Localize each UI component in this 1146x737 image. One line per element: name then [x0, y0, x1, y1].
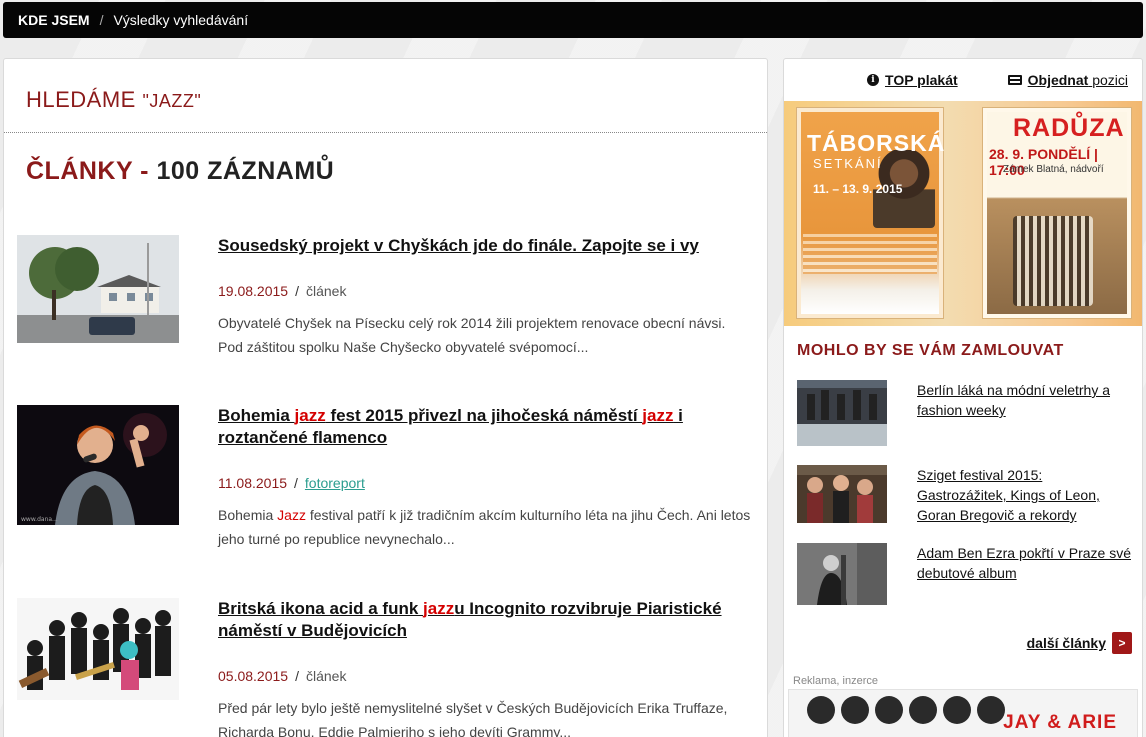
ad-text: JAY & ARIE [1003, 712, 1117, 733]
search-query: "JAZZ" [142, 91, 202, 111]
info-icon: i [867, 74, 880, 86]
sidebar-toolbar: i TOP plakát Objednat pozici [784, 59, 1142, 101]
sidebar: i TOP plakát Objednat pozici TÁBORSKÁ SE… [783, 58, 1143, 737]
related-thumbnail[interactable] [797, 543, 887, 605]
order-position-link[interactable]: Objednat pozici [1007, 72, 1128, 88]
search-title: HLEDÁME "JAZZ" [26, 87, 767, 113]
order-label-bold: Objednat [1027, 72, 1089, 88]
poster-title: RADŮZA [1013, 114, 1125, 142]
search-highlight: jazz [423, 599, 455, 618]
article-title-text: Bohemia [218, 406, 295, 425]
related-title-link[interactable]: Sziget festival 2015: Gastrozážitek, Kin… [917, 465, 1135, 525]
article-perex: Před pár lety bylo ještě nemyslitelné sl… [218, 696, 753, 737]
article-title-link[interactable]: Sousedský projekt v Chyškách jde do finá… [218, 235, 753, 257]
article-meta: 11.08.2015 / fotoreport [218, 475, 753, 491]
more-articles-link[interactable]: další články > [1027, 632, 1132, 654]
related-thumbnail[interactable] [797, 465, 887, 523]
article-type: článek [305, 668, 347, 684]
article-body: Sousedský projekt v Chyškách jde do finá… [218, 235, 753, 359]
more-articles-label: další články [1026, 635, 1106, 651]
related-title-link[interactable]: Berlín láká na módní veletrhy a fashion … [917, 380, 1135, 420]
article-meta: 19.08.2015 / článek [218, 283, 753, 299]
search-highlight: jazz [642, 406, 674, 425]
meta-separator: / [295, 283, 299, 299]
breadcrumb-current: Výsledky vyhledávání [113, 12, 249, 28]
article-date: 11.08.2015 [218, 475, 288, 491]
poster-title: TÁBORSKÁ [807, 130, 946, 156]
section-name: ČLÁNKY [26, 157, 133, 185]
poster-taborska-setkani[interactable]: TÁBORSKÁ SETKÁNÍ 11. – 13. 9. 2015 [796, 107, 944, 319]
article-title-link[interactable]: Britská ikona acid a funk jazzu Incognit… [218, 598, 753, 642]
article-body: Bohemia jazz fest 2015 přivezl na jihoče… [218, 405, 753, 551]
related-title-link[interactable]: Adam Ben Ezra pokřtí v Praze své debutov… [917, 543, 1135, 583]
poster-raduza[interactable]: RADŮZA 28. 9. PONDĚLÍ | 17:00 Zámek Blat… [982, 107, 1132, 319]
ad-image [807, 696, 1005, 724]
article-thumbnail[interactable] [17, 235, 179, 343]
search-highlight: jazz [294, 406, 326, 425]
search-prefix: HLEDÁME [26, 87, 136, 112]
meta-separator: / [295, 668, 299, 684]
section-dash: - [140, 157, 149, 185]
meta-separator: / [294, 475, 298, 491]
article-perex-text: Obyvatelé Chyšek na Písecku celý rok 201… [218, 315, 726, 355]
ad-label: Reklama, inzerce [793, 675, 878, 687]
search-results-panel: HLEDÁME "JAZZ" ČLÁNKY - 100 ZÁZNAMŮ Sous… [3, 58, 768, 737]
breadcrumb-separator: / [99, 12, 104, 28]
poster-lineup [803, 234, 937, 274]
article-body: Britská ikona acid a funk jazzu Incognit… [218, 598, 753, 737]
section-title: ČLÁNKY - 100 ZÁZNAMŮ [26, 157, 767, 186]
top-poster-link[interactable]: i TOP plakát [867, 72, 958, 88]
poster-place: Zámek Blatná, nádvoří [1003, 164, 1104, 175]
accordion-figure [1013, 216, 1093, 306]
poster-subtitle: SETKÁNÍ [813, 156, 883, 171]
poster-dates: 11. – 13. 9. 2015 [813, 182, 903, 196]
chevron-right-icon: > [1112, 632, 1132, 654]
related-heading: MOHLO BY SE VÁM ZAMLOUVAT [797, 342, 1064, 359]
article-thumbnail[interactable]: www.dana... [17, 405, 179, 525]
article-perex-text: Bohemia [218, 507, 278, 523]
breadcrumb-home-link[interactable]: KDE JSEM [18, 12, 90, 28]
credit-card-icon [1007, 75, 1022, 85]
ad-banner[interactable]: JAY & ARIE [788, 689, 1138, 737]
article-meta: 05.08.2015 / článek [218, 668, 753, 684]
svg-text:www.dana...: www.dana... [21, 516, 58, 523]
search-highlight: Jazz [277, 507, 306, 523]
breadcrumb: KDE JSEM / Výsledky vyhledávání [3, 2, 1143, 38]
result-count: 100 ZÁZNAMŮ [156, 157, 335, 185]
article-type-link[interactable]: fotoreport [305, 475, 365, 491]
article-perex: Bohemia Jazz festival patří k již tradič… [218, 503, 753, 551]
article-date: 05.08.2015 [218, 668, 289, 684]
top-poster-label: TOP plakát [885, 72, 958, 88]
article-title-text: Britská ikona acid a funk [218, 599, 424, 618]
article-type: článek [305, 283, 347, 299]
order-label-rest: pozici [1092, 72, 1128, 88]
article-title-link[interactable]: Bohemia jazz fest 2015 přivezl na jihoče… [218, 405, 753, 449]
article-perex-text: Před pár lety bylo ještě nemyslitelné sl… [218, 700, 728, 737]
article-title-text: fest 2015 přivezl na jihočeská náměstí [325, 406, 643, 425]
article-date: 19.08.2015 [218, 283, 289, 299]
related-thumbnail[interactable] [797, 380, 887, 446]
search-header: HLEDÁME "JAZZ" [4, 59, 767, 133]
top-posters: TÁBORSKÁ SETKÁNÍ 11. – 13. 9. 2015 RADŮZ… [784, 101, 1142, 326]
article-thumbnail[interactable] [17, 598, 179, 700]
article-title-text: Sousedský projekt v Chyškách jde do finá… [218, 236, 699, 255]
article-perex: Obyvatelé Chyšek na Písecku celý rok 201… [218, 311, 753, 359]
